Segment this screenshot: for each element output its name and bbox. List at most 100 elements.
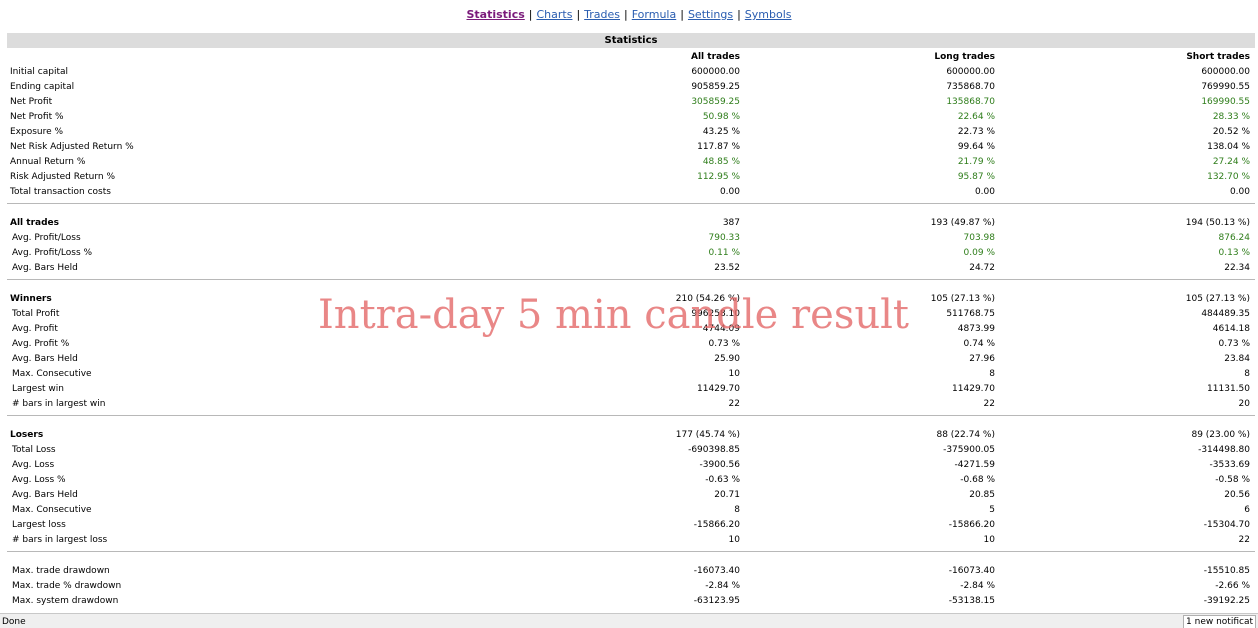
stat-label: Annual Return % bbox=[10, 157, 86, 167]
nav-link-settings[interactable]: Settings bbox=[688, 8, 733, 21]
stat-value-short-trades: 22.34 bbox=[1224, 263, 1250, 273]
stat-value-long-trades: -4271.59 bbox=[954, 460, 995, 470]
nav-link-symbols[interactable]: Symbols bbox=[745, 8, 792, 21]
stat-value-long-trades: 8 bbox=[989, 369, 995, 379]
stat-row-avg-profit-loss: Avg. Profit/Loss % 0.11 % 0.09 % 0.13 % bbox=[10, 246, 1250, 261]
stat-value-all-trades: 10 bbox=[728, 535, 740, 545]
stat-value-all-trades: 112.95 % bbox=[697, 172, 740, 182]
stat-row-avg-loss: Avg. Loss -3900.56 -4271.59 -3533.69 bbox=[10, 458, 1250, 473]
nav-link-statistics[interactable]: Statistics bbox=[466, 8, 524, 21]
nav-separator: | bbox=[624, 8, 628, 21]
stat-row-avg-profit: Avg. Profit 4744.09 4873.99 4614.18 bbox=[10, 322, 1250, 337]
stat-label: Initial capital bbox=[10, 67, 68, 77]
stat-label: Total transaction costs bbox=[10, 187, 111, 197]
stat-row-bars-in-largest-win: # bars in largest win 22 22 20 bbox=[10, 397, 1250, 412]
stat-value-short-trades: 194 (50.13 %) bbox=[1185, 218, 1250, 228]
stat-value-short-trades: 20 bbox=[1238, 399, 1250, 409]
stat-value-all-trades: -15866.20 bbox=[693, 520, 740, 530]
stat-value-all-trades: 905859.25 bbox=[691, 82, 740, 92]
stat-row-avg-bars-held: Avg. Bars Held 20.71 20.85 20.56 bbox=[10, 488, 1250, 503]
stat-value-long-trades: -0.68 % bbox=[960, 475, 995, 485]
stat-row-max-trade-drawdown: Max. trade drawdown -16073.40 -16073.40 -15… bbox=[10, 564, 1250, 579]
stat-value-all-trades: 177 (45.74 %) bbox=[675, 430, 740, 440]
stat-label: Net Risk Adjusted Return % bbox=[10, 142, 134, 152]
stat-row-avg-bars-held: Avg. Bars Held 23.52 24.72 22.34 bbox=[10, 261, 1250, 276]
section-divider bbox=[7, 551, 1255, 552]
stat-value-short-trades: 8 bbox=[1244, 369, 1250, 379]
nav-link-trades[interactable]: Trades bbox=[584, 8, 620, 21]
nav-link-formula[interactable]: Formula bbox=[632, 8, 676, 21]
page-title: Statistics bbox=[7, 33, 1255, 48]
stat-row-largest-loss: Largest loss -15866.20 -15866.20 -15304.70 bbox=[10, 518, 1250, 533]
stat-row-avg-profit-loss: Avg. Profit/Loss 790.33 703.98 876.24 bbox=[10, 231, 1250, 246]
stat-value-all-trades: -16073.40 bbox=[693, 566, 740, 576]
stat-row-winners: Winners 210 (54.26 %) 105 (27.13 %) 105 (27… bbox=[10, 292, 1250, 307]
stat-row-total-loss: Total Loss -690398.85 -375900.05 -314498.80 bbox=[10, 443, 1250, 458]
stat-row-all-trades: All trades 387 193 (49.87 %) 194 (50.13 %) bbox=[10, 216, 1250, 231]
stat-value-long-trades: 511768.75 bbox=[946, 309, 995, 319]
stat-value-all-trades: 8 bbox=[734, 505, 740, 515]
stat-value-all-trades: 790.33 bbox=[708, 233, 741, 243]
nav-separator: | bbox=[680, 8, 684, 21]
stat-value-all-trades: 48.85 % bbox=[702, 157, 740, 167]
stat-row-net-profit: Net Profit % 50.98 % 22.64 % 28.33 % bbox=[10, 110, 1250, 125]
stat-row-total-transaction-costs: Total transaction costs 0.00 0.00 0.00 bbox=[10, 185, 1250, 200]
stat-value-long-trades: -15866.20 bbox=[948, 520, 995, 530]
nav-separator: | bbox=[737, 8, 741, 21]
report-nav: Statistics | Charts | Trades | Formula | Setting… bbox=[0, 8, 1258, 21]
stat-label: Risk Adjusted Return % bbox=[10, 172, 116, 182]
stat-label: # bars in largest loss bbox=[12, 535, 108, 545]
stat-value-short-trades: 23.84 bbox=[1224, 354, 1250, 364]
stat-value-all-trades: 20.71 bbox=[714, 490, 740, 500]
stat-label: Max. system drawdown bbox=[12, 596, 119, 606]
stat-value-short-trades: -314498.80 bbox=[1198, 445, 1250, 455]
stat-value-short-trades: -15510.85 bbox=[1203, 566, 1250, 576]
section-divider bbox=[7, 415, 1255, 416]
stat-value-long-trades: 193 (49.87 %) bbox=[930, 218, 995, 228]
stat-value-short-trades: 28.33 % bbox=[1212, 112, 1250, 122]
stat-label: Net Profit bbox=[10, 97, 53, 107]
section-divider bbox=[7, 279, 1255, 280]
stat-value-short-trades: -15304.70 bbox=[1203, 520, 1250, 530]
stat-row-annual-return: Annual Return % 48.85 % 21.79 % 27.24 % bbox=[10, 155, 1250, 170]
stat-row-max-consecutive: Max. Consecutive 8 5 6 bbox=[10, 503, 1250, 518]
stat-row-exposure: Exposure % 43.25 % 22.73 % 20.52 % bbox=[10, 125, 1250, 140]
stat-label: Winners bbox=[10, 294, 52, 304]
stat-row-net-profit: Net Profit 305859.25 135868.70 169990.55 bbox=[10, 95, 1250, 110]
stat-label: Net Profit % bbox=[10, 112, 64, 122]
stat-label: Ending capital bbox=[10, 82, 75, 92]
stat-value-all-trades: 305859.25 bbox=[691, 97, 740, 107]
stat-value-short-trades: 4614.18 bbox=[1212, 324, 1250, 334]
stat-value-short-trades: 132.70 % bbox=[1207, 172, 1250, 182]
stat-value-long-trades: 0.00 bbox=[974, 187, 995, 197]
stat-value-long-trades: 88 (22.74 %) bbox=[936, 430, 995, 440]
stat-value-all-trades: -2.84 % bbox=[705, 581, 740, 591]
stat-label: Avg. Profit/Loss bbox=[12, 233, 81, 243]
stat-label: Max. trade % drawdown bbox=[12, 581, 122, 591]
stat-row-avg-loss: Avg. Loss % -0.63 % -0.68 % -0.58 % bbox=[10, 473, 1250, 488]
notification-badge[interactable]: 1 new notificat bbox=[1183, 615, 1256, 628]
column-header-long-trades: Long trades bbox=[934, 52, 995, 62]
stat-value-long-trades: -53138.15 bbox=[948, 596, 995, 606]
stat-value-short-trades: 20.52 % bbox=[1212, 127, 1250, 137]
stat-row-total-profit: Total Profit 996258.10 511768.75 484489.35 bbox=[10, 307, 1250, 322]
nav-link-charts[interactable]: Charts bbox=[536, 8, 572, 21]
stat-row-losers: Losers 177 (45.74 %) 88 (22.74 %) 89 (23.00… bbox=[10, 428, 1250, 443]
stat-value-long-trades: 21.79 % bbox=[957, 157, 995, 167]
stat-value-short-trades: 0.13 % bbox=[1218, 248, 1250, 258]
stat-label: Total Loss bbox=[12, 445, 56, 455]
stat-value-short-trades: 0.73 % bbox=[1218, 339, 1250, 349]
column-header-all-trades: All trades bbox=[691, 52, 740, 62]
stat-value-short-trades: 769990.55 bbox=[1201, 82, 1250, 92]
stat-value-all-trades: 50.98 % bbox=[702, 112, 740, 122]
stat-value-short-trades: -0.58 % bbox=[1215, 475, 1250, 485]
stat-value-short-trades: 105 (27.13 %) bbox=[1185, 294, 1250, 304]
stat-value-long-trades: 4873.99 bbox=[957, 324, 995, 334]
stat-value-short-trades: -2.66 % bbox=[1215, 581, 1250, 591]
stat-value-all-trades: 117.87 % bbox=[697, 142, 740, 152]
stat-value-all-trades: 600000.00 bbox=[691, 67, 740, 77]
stat-value-short-trades: 22 bbox=[1238, 535, 1250, 545]
stat-value-all-trades: 22 bbox=[728, 399, 740, 409]
stat-value-short-trades: 600000.00 bbox=[1201, 67, 1250, 77]
stat-value-long-trades: 735868.70 bbox=[946, 82, 995, 92]
